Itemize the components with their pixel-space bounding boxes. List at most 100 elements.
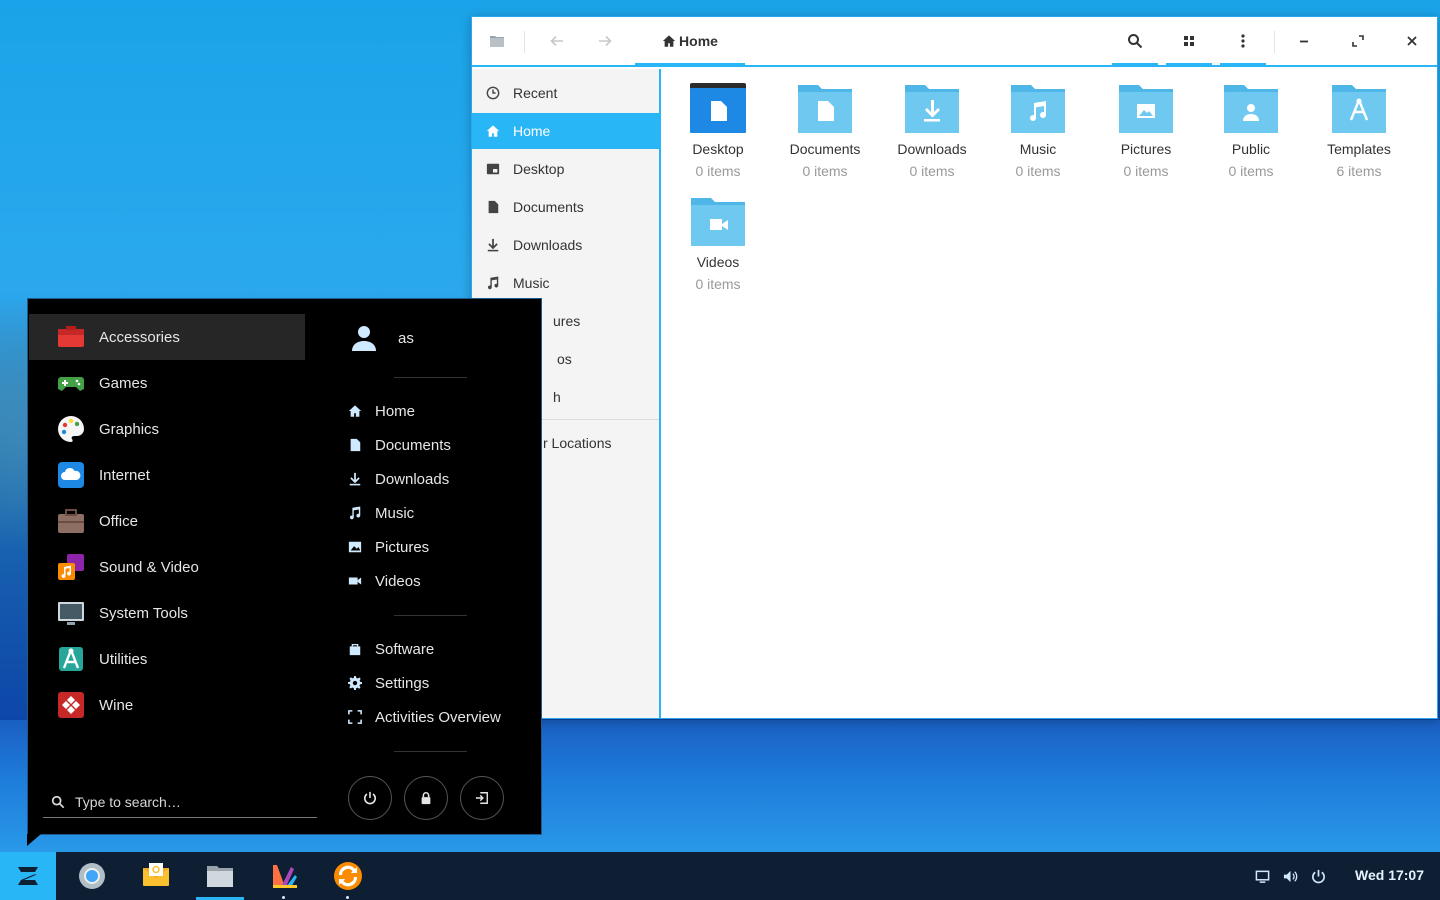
category-internet[interactable]: Internet bbox=[29, 452, 305, 498]
place-label: Videos bbox=[375, 572, 421, 590]
place-home[interactable]: Home bbox=[348, 396, 415, 426]
maximize-icon[interactable] bbox=[1335, 17, 1381, 65]
folder-count: 0 items bbox=[695, 163, 741, 179]
folder-name: Documents bbox=[789, 141, 861, 157]
multimedia-icon bbox=[58, 554, 84, 580]
folder-count: 0 items bbox=[909, 163, 955, 179]
user-icon bbox=[352, 326, 376, 351]
folder-videos[interactable]: Videos 0 items bbox=[668, 182, 768, 292]
category-label: Games bbox=[99, 374, 148, 392]
category-utilities[interactable]: Utilities bbox=[29, 636, 305, 682]
folder-desktop[interactable]: Desktop 0 items bbox=[668, 69, 768, 179]
sidebar-item-music[interactable]: Music bbox=[472, 265, 659, 301]
place-pictures[interactable]: Pictures bbox=[348, 532, 429, 562]
file-grid: Desktop 0 items Documents 0 items Downlo… bbox=[661, 69, 1437, 718]
system-label: Software bbox=[375, 640, 435, 658]
sidebar-item-home[interactable]: Home bbox=[472, 113, 659, 149]
system-software[interactable]: Software bbox=[348, 634, 434, 664]
sidebar-item-documents[interactable]: Documents bbox=[472, 189, 659, 225]
power-button[interactable] bbox=[348, 776, 392, 820]
taskbar-files[interactable] bbox=[196, 852, 244, 900]
place-label: Pictures bbox=[375, 538, 430, 556]
forward-arrow-icon[interactable] bbox=[582, 17, 628, 65]
category-accessories[interactable]: Accessories bbox=[29, 314, 305, 360]
wine-icon bbox=[58, 692, 84, 718]
download-icon bbox=[349, 472, 361, 486]
place-documents[interactable]: Documents bbox=[348, 430, 451, 460]
search-input[interactable]: Type to search… bbox=[43, 786, 317, 818]
category-sound-video[interactable]: Sound & Video bbox=[29, 544, 305, 590]
category-games[interactable]: Games bbox=[29, 360, 305, 406]
folder-documents[interactable]: Documents 0 items bbox=[775, 69, 875, 179]
downloads-folder-icon bbox=[903, 81, 961, 135]
folder-pictures[interactable]: Pictures 0 items bbox=[1096, 69, 1196, 179]
taskbar-office-suite[interactable] bbox=[260, 852, 308, 900]
lock-button[interactable] bbox=[404, 776, 448, 820]
category-label: Wine bbox=[99, 696, 134, 714]
folder-count: 0 items bbox=[1228, 163, 1274, 179]
category-system-tools[interactable]: System Tools bbox=[29, 590, 305, 636]
category-graphics[interactable]: Graphics bbox=[29, 406, 305, 452]
taskbar-updater[interactable] bbox=[324, 852, 372, 900]
folder-name: Music bbox=[1019, 141, 1057, 157]
close-icon[interactable] bbox=[1389, 17, 1435, 65]
place-music[interactable]: Music bbox=[348, 498, 414, 528]
sidebar-item-downloads[interactable]: Downloads bbox=[472, 227, 659, 263]
folder-name: Templates bbox=[1327, 141, 1391, 157]
files-icon bbox=[207, 866, 233, 887]
folder-count: 0 items bbox=[802, 163, 848, 179]
screen-tray-icon[interactable] bbox=[1252, 866, 1272, 886]
sidebar-item-recent[interactable]: Recent bbox=[472, 75, 659, 111]
category-label: Graphics bbox=[99, 420, 160, 438]
category-wine[interactable]: Wine bbox=[29, 682, 305, 728]
back-arrow-icon[interactable] bbox=[534, 17, 580, 65]
folder-downloads[interactable]: Downloads 0 items bbox=[882, 69, 982, 179]
breadcrumb-home[interactable]: Home bbox=[635, 17, 745, 67]
gear-icon bbox=[348, 676, 362, 690]
system-activities-overview[interactable]: Activities Overview bbox=[348, 702, 501, 732]
briefcase-icon bbox=[58, 509, 84, 533]
folder-count: 6 items bbox=[1336, 163, 1382, 179]
category-label: Office bbox=[99, 512, 138, 530]
breadcrumb-label: Home bbox=[679, 33, 718, 49]
pictures-icon bbox=[348, 541, 362, 553]
system-settings[interactable]: Settings bbox=[348, 668, 429, 698]
home-icon bbox=[662, 35, 676, 47]
accessories-icon bbox=[58, 326, 84, 347]
videos-folder-icon bbox=[689, 194, 747, 248]
sidebar-item-label: Documents bbox=[513, 199, 584, 215]
folder-name: Downloads bbox=[897, 141, 967, 157]
user-account[interactable]: as bbox=[350, 321, 414, 355]
start-menu-button[interactable] bbox=[0, 852, 56, 900]
folder-public[interactable]: Public 0 items bbox=[1201, 69, 1301, 179]
logout-button[interactable] bbox=[460, 776, 504, 820]
category-label: Accessories bbox=[99, 328, 180, 346]
view-grid-icon[interactable] bbox=[1166, 17, 1212, 67]
place-downloads[interactable]: Downloads bbox=[348, 464, 449, 494]
menu-pointer bbox=[27, 834, 41, 846]
cloud-icon bbox=[58, 462, 84, 488]
minimize-icon[interactable] bbox=[1281, 17, 1327, 65]
user-name: as bbox=[398, 329, 414, 347]
place-videos[interactable]: Videos bbox=[348, 566, 421, 596]
volume-icon[interactable] bbox=[1280, 866, 1300, 886]
gamepad-icon bbox=[58, 377, 84, 391]
category-office[interactable]: Office bbox=[29, 498, 305, 544]
folder-name: Public bbox=[1231, 141, 1271, 157]
folder-name: Pictures bbox=[1120, 141, 1172, 157]
logout-icon bbox=[475, 792, 488, 804]
place-label: Downloads bbox=[375, 470, 450, 488]
folder-music[interactable]: Music 0 items bbox=[988, 69, 1088, 179]
menu-dots-icon[interactable] bbox=[1220, 17, 1266, 67]
sidebar-item-desktop[interactable]: Desktop bbox=[472, 151, 659, 187]
chromium-icon bbox=[79, 863, 105, 889]
clock[interactable]: Wed 17:07 bbox=[1355, 867, 1424, 883]
folder-templates[interactable]: Templates 6 items bbox=[1309, 69, 1409, 179]
search-icon[interactable] bbox=[1112, 17, 1158, 67]
taskbar-mail[interactable] bbox=[132, 852, 180, 900]
taskbar-browser[interactable] bbox=[68, 852, 116, 900]
power-tray-icon[interactable] bbox=[1308, 866, 1328, 886]
desktop-icon bbox=[486, 163, 500, 175]
power-icon bbox=[364, 791, 376, 805]
download-icon bbox=[487, 238, 499, 252]
